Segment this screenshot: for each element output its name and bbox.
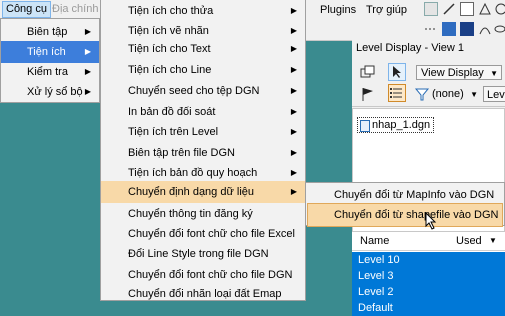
chevron-right-icon: ▶ — [84, 47, 91, 56]
column-name[interactable]: Name — [360, 232, 389, 250]
menu-plugins[interactable]: Plugins — [320, 3, 356, 17]
filter-select[interactable]: (none) ▼ — [432, 87, 482, 102]
chevron-right-icon: ▶ — [84, 27, 91, 36]
panel-title: Level Display - View 1 — [356, 42, 465, 54]
view-display-select[interactable]: View Display ▼ — [416, 65, 502, 80]
submenu-item[interactable]: Chuyển đổi nhãn loại đất Emap — [101, 283, 305, 305]
submenu-item-chuyen-dinh-dang[interactable]: Chuyển định dạng dữ liệu ▶ — [101, 181, 305, 203]
chevron-right-icon: ▶ — [84, 67, 91, 76]
chevron-down-icon: ▼ — [470, 90, 478, 99]
table-row[interactable]: Default — [352, 300, 505, 316]
utilities-submenu: Tiện ích cho thửa ▶ Tiện ích vẽ nhãn ▶ Tiệ… — [100, 0, 306, 301]
ellipse-icon[interactable] — [494, 22, 505, 36]
chevron-right-icon: ▶ — [290, 127, 297, 136]
menu-item-bien-tap[interactable]: Biên tập ▶ — [1, 21, 99, 43]
color-icon[interactable] — [460, 22, 474, 36]
line-tool-icon[interactable] — [442, 2, 456, 16]
chevron-right-icon: ▶ — [290, 187, 297, 196]
pencil-icon[interactable] — [424, 2, 438, 16]
windows-icon[interactable] — [360, 64, 376, 80]
chevron-right-icon: ▶ — [290, 107, 297, 116]
submenu-item[interactable]: Tiện ích cho thửa ▶ — [101, 0, 305, 22]
menu-item-xu-ly-so-bo[interactable]: Xử lý sổ bộ ▶ — [1, 81, 99, 103]
submenu-item[interactable]: In bản đồ đối soát ▶ — [101, 101, 305, 123]
color-icon[interactable] — [442, 22, 456, 36]
chevron-right-icon: ▶ — [84, 87, 91, 96]
levels-table: Name Used ▼ Level 10 Level 3 Level 2 Def… — [352, 232, 505, 316]
chevron-down-icon: ▼ — [489, 236, 497, 245]
menu-item-shapefile-to-dgn[interactable]: Chuyển đổi từ shapefile vào DGN — [307, 203, 503, 227]
chevron-right-icon: ▶ — [290, 148, 297, 157]
submenu-item[interactable]: Chuyển seed cho tệp DGN ▶ — [101, 80, 305, 102]
pointer-icon[interactable] — [388, 63, 406, 81]
dash-icon[interactable] — [424, 22, 438, 36]
list-icon[interactable] — [388, 84, 406, 102]
table-header: Name Used ▼ — [352, 232, 505, 251]
panel-title-bar: Level Display - View 1 — [352, 40, 505, 56]
panel-toolbar: View Display ▼ (none) ▼ Leve — [352, 58, 505, 107]
file-icon — [360, 120, 370, 132]
mouse-cursor-icon — [425, 211, 437, 230]
column-used[interactable]: Used — [456, 232, 482, 250]
submenu-item[interactable]: Tiện ích cho Text ▶ — [101, 38, 305, 60]
menu-item-tien-ich[interactable]: Tiện ích ▶ — [1, 41, 99, 63]
chevron-right-icon: ▶ — [290, 44, 297, 53]
menu-item-mapinfo-to-dgn[interactable]: Chuyển đổi từ MapInfo vào DGN — [306, 184, 504, 206]
submenu-item[interactable]: Chuyển đổi font chữ cho file Excel — [101, 223, 305, 245]
polygon-icon[interactable] — [478, 2, 492, 16]
tools-menu: Biên tập ▶ Tiện ích ▶ Kiểm tra ▶ Xử lý s… — [0, 18, 100, 103]
arc-icon[interactable] — [478, 22, 492, 36]
submenu-item[interactable]: Tiện ích cho Line ▶ — [101, 59, 305, 81]
circle-icon[interactable] — [494, 2, 505, 16]
menu-dia-chinh[interactable]: Địa chính — [52, 2, 98, 17]
filter-icon[interactable] — [414, 86, 430, 102]
menu-cong-cu[interactable]: Công cụ — [2, 1, 51, 18]
submenu-item[interactable]: Đổi Line Style trong file DGN — [101, 243, 305, 265]
level-display-panel: Level Display - View 1 View Display ▼ (n… — [352, 40, 505, 316]
filter-value: (none) — [432, 88, 464, 100]
submenu-item[interactable]: Tiện ích trên Level ▶ — [101, 121, 305, 143]
table-row[interactable]: Level 10 — [352, 252, 505, 268]
level-button[interactable]: Leve — [483, 86, 505, 102]
chevron-right-icon: ▶ — [290, 6, 297, 15]
format-conversion-submenu: Chuyển đổi từ MapInfo vào DGN Chuyển đổi… — [305, 182, 505, 227]
menubar: Công cụ Địa chính — [0, 0, 100, 19]
submenu-item[interactable]: Chuyển thông tin đăng ký — [101, 203, 305, 225]
submenu-item[interactable]: Biên tập trên file DGN ▶ — [101, 142, 305, 164]
menu-item-kiem-tra[interactable]: Kiểm tra ▶ — [1, 61, 99, 83]
file-item[interactable]: nhap_1.dgn — [357, 117, 435, 133]
chevron-down-icon: ▼ — [490, 69, 498, 78]
menu-tro-giup[interactable]: Trợ giúp — [366, 3, 407, 17]
table-row[interactable]: Level 2 — [352, 284, 505, 300]
chevron-right-icon: ▶ — [290, 86, 297, 95]
flag-icon[interactable] — [360, 86, 376, 102]
view-display-value: View Display — [421, 67, 484, 79]
grid-icon[interactable] — [460, 2, 474, 16]
level-button-label: Leve — [487, 89, 505, 101]
table-row[interactable]: Level 3 — [352, 268, 505, 284]
chevron-right-icon: ▶ — [290, 65, 297, 74]
